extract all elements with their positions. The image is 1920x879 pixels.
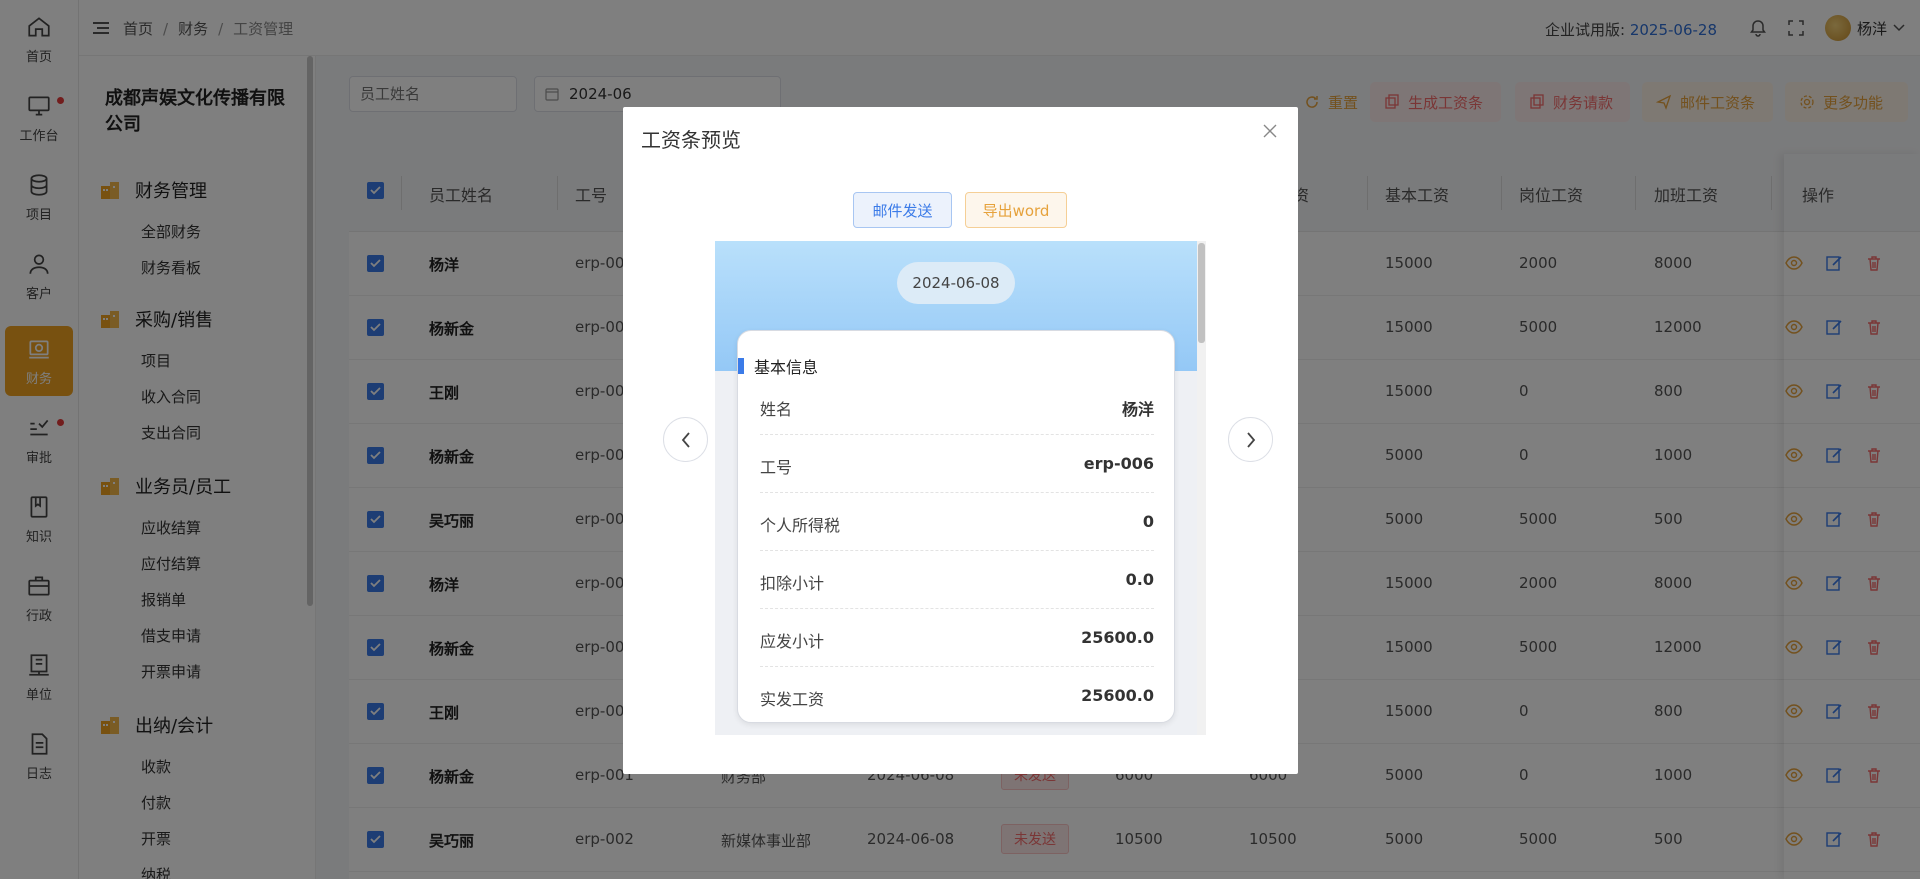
payslip-field-row: 姓名 杨洋 (760, 377, 1154, 435)
payslip-field-row: 个人所得税 0 (760, 493, 1154, 551)
previous-button[interactable] (663, 417, 708, 462)
section-title: 基本信息 (754, 358, 819, 377)
dialog-title: 工资条预览 (641, 128, 741, 152)
field-label: 工号 (760, 458, 793, 477)
export-word-button[interactable]: 导出word (965, 192, 1067, 228)
payslip-field-row: 扣除小计 0.0 (760, 551, 1154, 609)
payslip-date: 2024-06-08 (897, 262, 1015, 304)
field-label: 实发工资 (760, 690, 825, 709)
field-label: 姓名 (760, 400, 793, 419)
next-button[interactable] (1228, 417, 1273, 462)
section-heading: 基本信息 (738, 354, 818, 378)
field-value: 0.0 (1125, 570, 1154, 589)
payslip-preview-dialog: 工资条预览 邮件发送 导出word 2024-06-08 基本信息 姓名 杨洋工号… (623, 107, 1298, 774)
payslip-field-row: 实发工资 25600.0 (760, 667, 1154, 725)
field-label: 个人所得税 (760, 516, 841, 535)
chevron-left-icon (681, 431, 690, 448)
email-send-button[interactable]: 邮件发送 (853, 192, 952, 228)
field-value: 25600.0 (1081, 686, 1154, 705)
field-label: 扣除小计 (760, 574, 825, 593)
close-icon[interactable] (1262, 123, 1278, 139)
payslip-card: 基本信息 姓名 杨洋工号 erp-006 个人所得税 0 扣除小计 0.0 应发小计 25600… (737, 330, 1175, 723)
preview-scrollbar[interactable] (1197, 241, 1206, 735)
payslip-field-row: 应发小计 25600.0 (760, 609, 1154, 667)
chevron-right-icon (1246, 431, 1255, 448)
field-value: erp-006 (1083, 454, 1154, 473)
field-value: 0 (1142, 512, 1154, 531)
payslip-preview: 2024-06-08 基本信息 姓名 杨洋工号 erp-006 个人所得税 0 扣除小计 0… (715, 241, 1206, 735)
field-value: 25600.0 (1081, 628, 1154, 647)
field-value: 杨洋 (1121, 400, 1154, 419)
field-label: 应发小计 (760, 632, 825, 651)
payslip-field-row: 工号 erp-006 (760, 435, 1154, 493)
